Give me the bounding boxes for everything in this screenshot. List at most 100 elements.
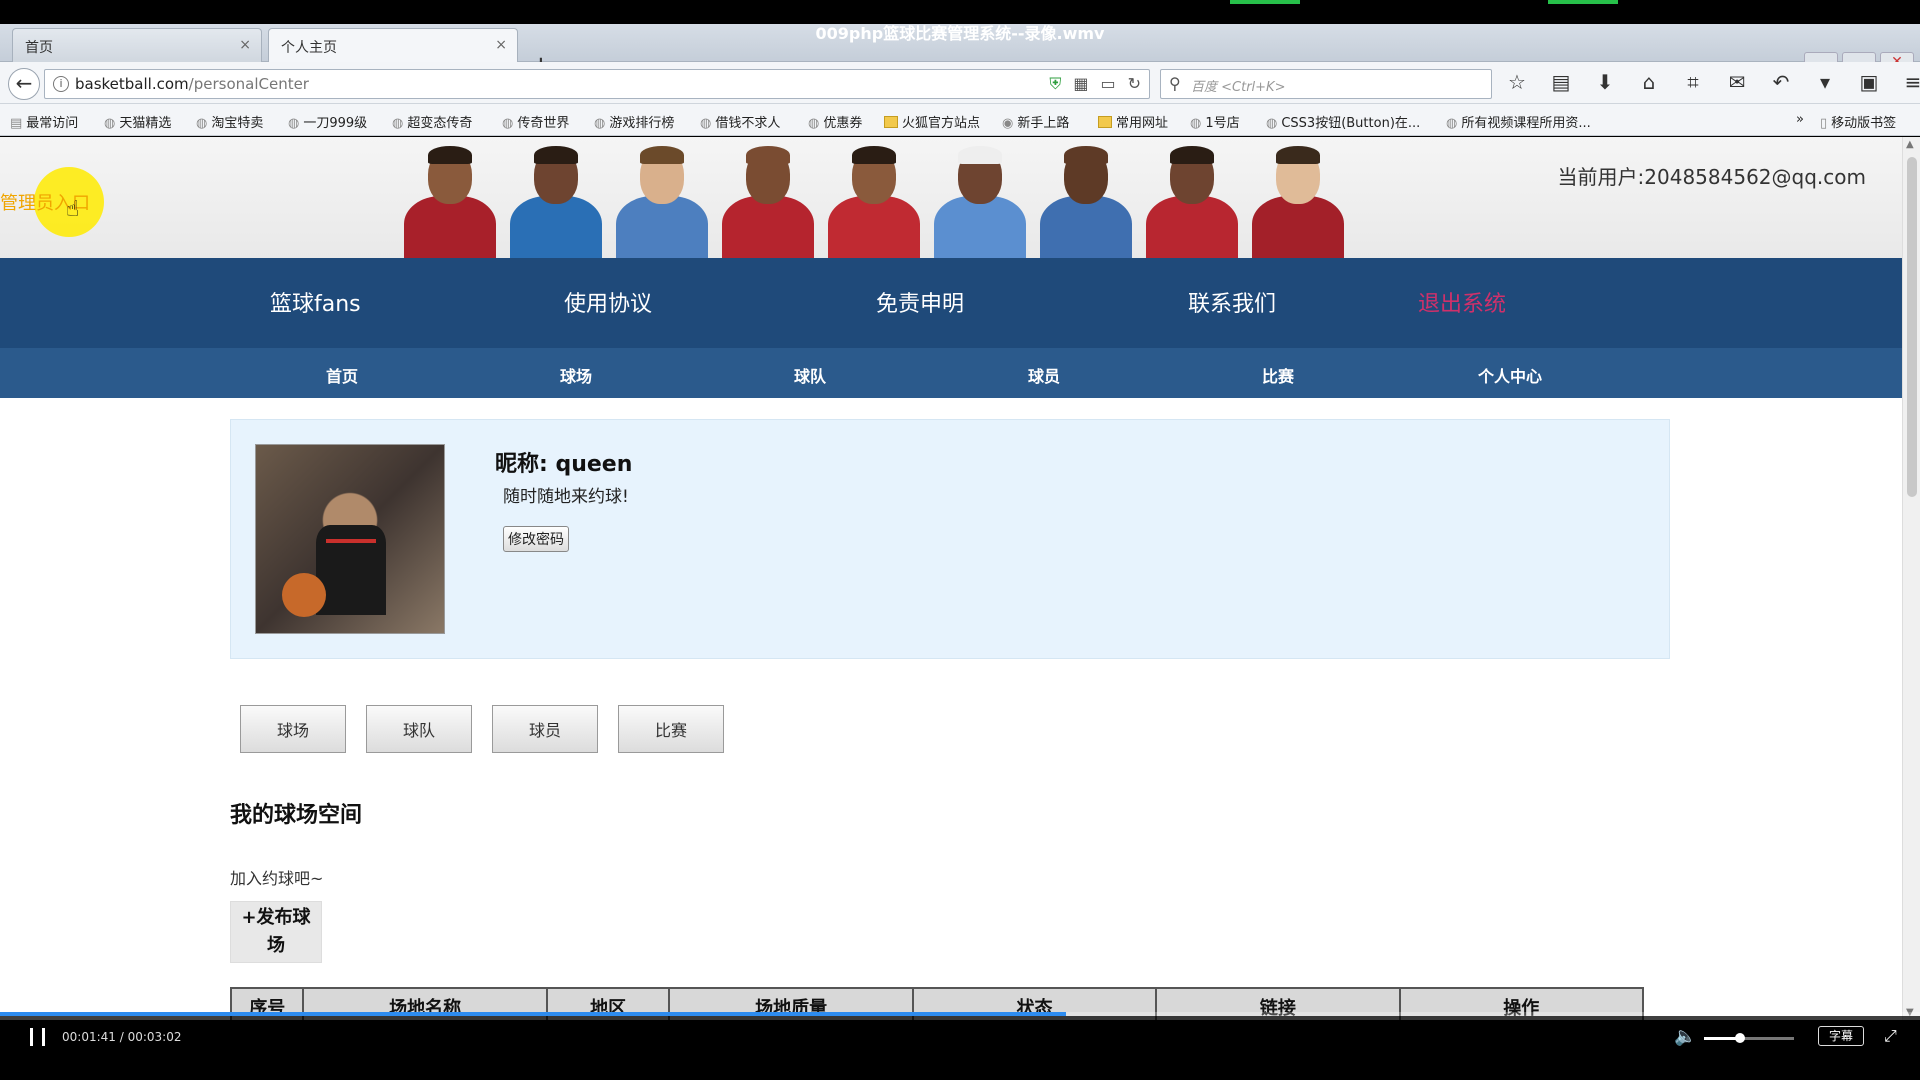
hand-cursor-icon: ☝	[66, 197, 80, 222]
address-bar-icons: ⛨ ▦ ▭ ↻	[1049, 74, 1141, 94]
bookmark-item[interactable]: ◍ 借钱不求人	[700, 112, 780, 131]
bookmarks-bar: ▤ 最常访问 ◍ 天猫精选 ◍ 淘宝特卖 ◍ 一刀999级 ◍ 超变态传奇 ◍ 传奇世界 ◍…	[0, 104, 1920, 136]
nav-disclaimer[interactable]: 免责申明	[876, 286, 964, 318]
dropdown-icon[interactable]: ▾	[1812, 70, 1838, 94]
bookmark-item[interactable]: 常用网址	[1098, 112, 1168, 131]
reload-icon[interactable]: ↻	[1128, 74, 1141, 94]
globe-icon: ◍	[808, 116, 820, 131]
change-password-button[interactable]: 修改密码	[503, 526, 569, 552]
tab-players[interactable]: 球员	[492, 705, 598, 753]
shield-icon[interactable]: ⛨	[1049, 74, 1061, 94]
clipboard-icon[interactable]: ▤	[1548, 70, 1574, 94]
site-banner: 管理员入口 ☝ 当前用户:2048584562@qq.com	[0, 137, 1902, 258]
playback-time: 00:01:41 / 00:03:02	[62, 1030, 182, 1044]
crop-icon[interactable]: ⌗	[1680, 70, 1706, 94]
reader-icon[interactable]: ▭	[1100, 74, 1115, 94]
volume-knob[interactable]	[1735, 1033, 1745, 1043]
download-icon[interactable]: ⬇	[1592, 70, 1618, 94]
bookmarks-overflow[interactable]: »	[1796, 112, 1804, 127]
player-bottom-bar	[0, 1056, 1920, 1080]
undo-icon[interactable]: ↶	[1768, 70, 1794, 94]
reader-mode-icon[interactable]: ▣	[1856, 70, 1882, 94]
profile-card: 昵称: queen 随时随地来约球! 修改密码	[230, 419, 1670, 659]
indicator	[1548, 0, 1618, 4]
volume-icon[interactable]: 🔈	[1674, 1026, 1696, 1047]
firefox-icon: ◉	[1002, 116, 1014, 131]
player-figure	[400, 140, 500, 258]
folder-icon	[1098, 116, 1112, 128]
avatar	[255, 444, 445, 634]
current-user-label: 当前用户:2048584562@qq.com	[1557, 165, 1866, 189]
scrollbar-thumb[interactable]	[1907, 157, 1917, 497]
bookmark-item[interactable]: ◍ 一刀999级	[288, 112, 367, 131]
nav-terms[interactable]: 使用协议	[564, 286, 652, 318]
globe-icon: ◍	[288, 116, 300, 131]
subtitles-button[interactable]: 字幕	[1818, 1026, 1864, 1046]
player-figure	[718, 140, 818, 258]
bookmark-item[interactable]: ◍ 天猫精选	[104, 112, 171, 131]
bookmark-icon: ▤	[10, 116, 23, 131]
fullscreen-icon[interactable]: ⤢	[1884, 1026, 1897, 1046]
bookmark-item[interactable]: ◍ 游戏排行榜	[594, 112, 674, 131]
address-bar[interactable]: i basketball.com/personalCenter ⛨ ▦ ▭ ↻	[44, 69, 1150, 99]
bookmark-item[interactable]: 火狐官方站点	[884, 112, 980, 131]
player-top-bar	[0, 0, 1920, 24]
avatar-ball	[282, 573, 326, 617]
search-icon: ⚲	[1169, 74, 1181, 93]
screen: 009php篮球比赛管理系统--录像.wmv 首页 × 个人主页 × + ✕ ←…	[0, 0, 1920, 1080]
globe-icon: ◍	[196, 116, 208, 131]
avatar-jersey	[316, 525, 386, 615]
menu-icon[interactable]: ≡	[1900, 70, 1920, 94]
player-figure	[506, 140, 606, 258]
globe-icon: ◍	[1266, 116, 1278, 131]
player-figure	[930, 140, 1030, 258]
subnav-teams[interactable]: 球队	[794, 363, 826, 387]
bookmark-star-icon[interactable]: ☆	[1504, 70, 1530, 94]
search-placeholder: 百度 <Ctrl+K>	[1191, 80, 1286, 95]
category-tabs: 球场 球队 球员 比赛	[240, 705, 724, 753]
player-figure	[1036, 140, 1136, 258]
video-title: 009php篮球比赛管理系统--录像.wmv	[815, 24, 1105, 43]
globe-icon: ◍	[392, 116, 404, 131]
sub-nav: 首页 球场 球队 球员 比赛 个人中心	[0, 348, 1902, 398]
search-input[interactable]: ⚲ 百度 <Ctrl+K>	[1160, 69, 1492, 99]
nav-contact[interactable]: 联系我们	[1188, 286, 1276, 318]
subnav-home[interactable]: 首页	[326, 363, 358, 387]
bookmark-item[interactable]: ◍ 所有视频课程所用资...	[1446, 112, 1591, 131]
url-host: basketball.com	[75, 75, 189, 93]
info-icon[interactable]: i	[53, 76, 69, 92]
home-icon[interactable]: ⌂	[1636, 70, 1662, 94]
nav-logout[interactable]: 退出系统	[1418, 286, 1506, 318]
bookmark-item[interactable]: ◍ 淘宝特卖	[196, 112, 263, 131]
web-page: 管理员入口 ☝ 当前用户:2048584562@qq.com 篮球fans 使用…	[0, 137, 1902, 1020]
bookmark-item[interactable]: ◍ 超变态传奇	[392, 112, 472, 131]
scroll-up-icon[interactable]: ▲	[1906, 139, 1914, 150]
pause-icon[interactable]	[28, 1028, 48, 1046]
main-nav: 篮球fans 使用协议 免责申明 联系我们 退出系统	[0, 258, 1902, 348]
nav-basketball-fans[interactable]: 篮球fans	[270, 286, 361, 318]
browser-tool-icons: ☆ ▤ ⬇ ⌂ ⌗ ✉ ↶ ▾ ▣ ≡	[1504, 70, 1920, 94]
subnav-matches[interactable]: 比赛	[1262, 363, 1294, 387]
bookmark-item[interactable]: ◍ CSS3按钮(Button)在...	[1266, 112, 1420, 131]
back-arrow-icon[interactable]: ←	[8, 68, 40, 100]
player-figure	[1248, 140, 1348, 258]
player-figure	[1142, 140, 1242, 258]
chat-icon[interactable]: ✉	[1724, 70, 1750, 94]
subnav-personal-center[interactable]: 个人中心	[1478, 363, 1542, 387]
tab-matches[interactable]: 比赛	[618, 705, 724, 753]
qr-code-icon[interactable]: ▦	[1073, 74, 1088, 94]
bookmark-item[interactable]: ◉ 新手上路	[1002, 112, 1069, 131]
tab-courts[interactable]: 球场	[240, 705, 346, 753]
bookmark-item[interactable]: ◍ 优惠券	[808, 112, 862, 131]
subnav-courts[interactable]: 球场	[560, 363, 592, 387]
mobile-bookmarks[interactable]: ▯ 移动版书签	[1820, 112, 1896, 131]
subnav-players[interactable]: 球员	[1028, 363, 1060, 387]
bookmark-item[interactable]: ◍ 1号店	[1190, 112, 1240, 131]
phone-icon: ▯	[1820, 116, 1828, 131]
page-scrollbar[interactable]: ▲ ▼	[1902, 137, 1920, 1020]
tab-teams[interactable]: 球队	[366, 705, 472, 753]
publish-court-button[interactable]: +发布球场	[230, 901, 322, 963]
volume-slider[interactable]	[1704, 1033, 1794, 1043]
bookmark-item[interactable]: ▤ 最常访问	[10, 112, 78, 131]
bookmark-item[interactable]: ◍ 传奇世界	[502, 112, 569, 131]
